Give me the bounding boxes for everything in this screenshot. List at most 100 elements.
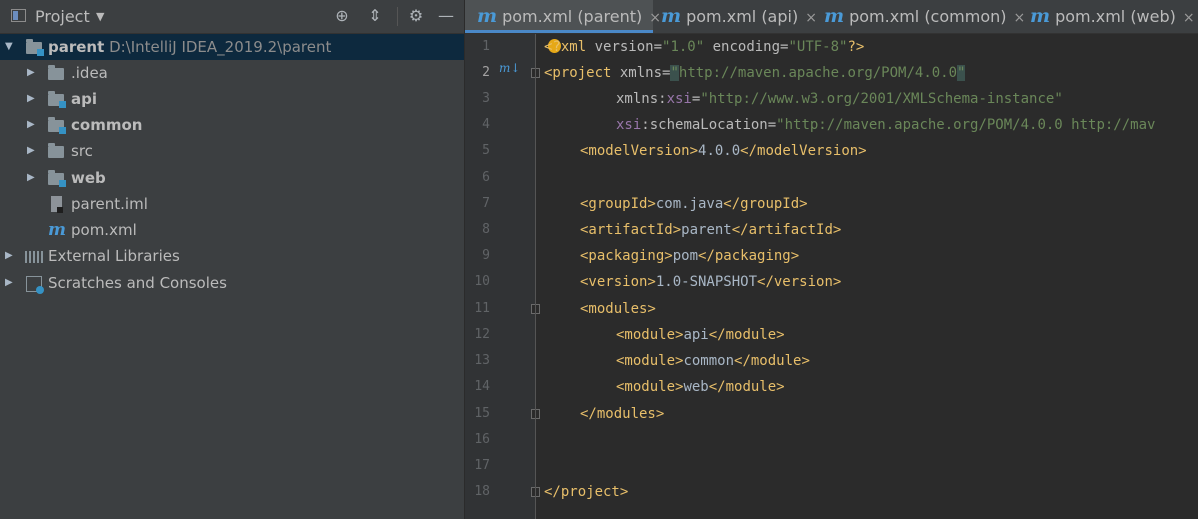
tab-label: pom.xml (common) bbox=[849, 7, 1007, 26]
locate-file-icon[interactable]: ⊕ bbox=[332, 6, 352, 26]
tree-item-label: src bbox=[71, 142, 93, 160]
line-number: 17 bbox=[474, 458, 490, 473]
line-number: 11 bbox=[474, 301, 490, 316]
module-folder-icon bbox=[26, 39, 44, 56]
tree-item-parent-iml[interactable]: parent.iml bbox=[0, 191, 464, 217]
code-line: <modelVersion>4.0.0</modelVersion> bbox=[580, 143, 867, 159]
gear-icon[interactable]: ⚙ bbox=[406, 6, 426, 26]
collapsed-arrow-icon[interactable]: ▶ bbox=[27, 112, 37, 138]
line-number: 2 bbox=[482, 65, 490, 80]
line-number: 6 bbox=[482, 170, 490, 185]
close-icon[interactable]: × bbox=[1183, 10, 1195, 26]
module-folder-icon bbox=[48, 117, 66, 134]
collapsed-arrow-icon[interactable]: ▶ bbox=[5, 270, 15, 296]
maven-file-icon: m bbox=[661, 5, 682, 27]
line-number: 18 bbox=[474, 484, 490, 499]
code-line: <module>api</module> bbox=[616, 327, 785, 343]
collapsed-arrow-icon[interactable]: ▶ bbox=[27, 86, 37, 112]
collapsed-arrow-icon[interactable]: ▶ bbox=[27, 165, 37, 191]
code-line: xsi:schemaLocation="http://maven.apache.… bbox=[616, 117, 1156, 133]
tab-pom-web[interactable]: m pom.xml (web) × bbox=[1020, 0, 1198, 33]
line-number: 10 bbox=[474, 274, 490, 289]
tree-item-label: common bbox=[71, 116, 143, 134]
folder-icon bbox=[48, 65, 64, 80]
editor-area: m pom.xml (parent) × m pom.xml (api) × m pom.… bbox=[465, 0, 1198, 519]
toolbar-divider bbox=[397, 7, 398, 26]
tree-item-parent[interactable]: ▼ parent D:\IntelliJ IDEA_2019.2\parent bbox=[0, 34, 464, 60]
collapsed-arrow-icon[interactable]: ▶ bbox=[5, 243, 15, 269]
tree-item-label: parent.iml bbox=[71, 195, 148, 213]
line-number: 16 bbox=[474, 432, 490, 447]
module-folder-icon bbox=[48, 91, 66, 108]
line-number: 5 bbox=[482, 143, 490, 158]
tab-pom-parent[interactable]: m pom.xml (parent) × bbox=[465, 0, 661, 33]
module-path: D:\IntelliJ IDEA_2019.2\parent bbox=[109, 38, 332, 56]
line-number: 8 bbox=[482, 222, 490, 237]
line-number: 7 bbox=[482, 196, 490, 211]
code-line: <version>1.0-SNAPSHOT</version> bbox=[580, 274, 842, 290]
code-line: <module>web</module> bbox=[616, 379, 785, 395]
tree-item-idea[interactable]: ▶ .idea bbox=[0, 60, 464, 86]
tree-item-label: api bbox=[71, 90, 98, 108]
code-line: <packaging>pom</packaging> bbox=[580, 248, 800, 264]
hide-panel-icon[interactable]: — bbox=[436, 6, 456, 26]
tab-pom-common[interactable]: m pom.xml (common) × bbox=[816, 0, 1028, 33]
tree-item-external-libraries[interactable]: ▶ External Libraries bbox=[0, 243, 464, 269]
collapse-all-icon[interactable]: ⇕ bbox=[365, 6, 385, 26]
line-number: 3 bbox=[482, 91, 490, 106]
tab-pom-api[interactable]: m pom.xml (api) × bbox=[653, 0, 824, 33]
line-number: 12 bbox=[474, 327, 490, 342]
tab-label: pom.xml (web) bbox=[1055, 7, 1176, 26]
line-number: 15 bbox=[474, 406, 490, 421]
tree-item-label: web bbox=[71, 169, 106, 187]
line-number: 13 bbox=[474, 353, 490, 368]
tree-item-api[interactable]: ▶ api bbox=[0, 86, 464, 112]
maven-file-icon: m bbox=[477, 5, 498, 27]
tree-item-web[interactable]: ▶ web bbox=[0, 165, 464, 191]
project-panel-header: Project ▼ ⊕ ⇕ ⚙ — bbox=[0, 0, 464, 34]
code-line: xmlns:xsi="http://www.w3.org/2001/XMLSch… bbox=[616, 91, 1063, 107]
tree-item-label: External Libraries bbox=[48, 247, 180, 265]
collapsed-arrow-icon[interactable]: ▶ bbox=[27, 60, 37, 86]
tree-item-src[interactable]: ▶ src bbox=[0, 138, 464, 164]
scratches-icon bbox=[26, 276, 44, 294]
chevron-down-icon[interactable]: ▼ bbox=[96, 0, 104, 33]
line-number: 14 bbox=[474, 379, 490, 394]
library-icon bbox=[25, 251, 43, 263]
code-line: <?xml version="1.0" encoding="UTF-8"?> bbox=[544, 39, 865, 55]
tree-item-common[interactable]: ▶ common bbox=[0, 112, 464, 138]
maven-file-icon: m bbox=[48, 220, 66, 240]
iml-file-icon bbox=[51, 196, 63, 213]
project-window-icon bbox=[11, 9, 26, 22]
tree-item-label: .idea bbox=[71, 64, 108, 82]
code-line: <groupId>com.java</groupId> bbox=[580, 196, 808, 212]
folder-icon bbox=[48, 143, 64, 158]
code-line: </modules> bbox=[580, 406, 665, 422]
code-line: <module>common</module> bbox=[616, 353, 810, 369]
maven-file-icon: m bbox=[1030, 5, 1051, 27]
code-line: <artifactId>parent</artifactId> bbox=[580, 222, 842, 238]
project-view-selector[interactable]: Project bbox=[35, 0, 90, 33]
collapsed-arrow-icon[interactable]: ▶ bbox=[27, 138, 37, 164]
maven-file-icon: m bbox=[824, 5, 845, 27]
line-number: 1 bbox=[482, 39, 490, 54]
line-number: 4 bbox=[482, 117, 490, 132]
code-editor[interactable]: <?xml version="1.0" encoding="UTF-8"?> <… bbox=[536, 34, 1198, 519]
editor-tab-bar: m pom.xml (parent) × m pom.xml (api) × m pom.… bbox=[465, 0, 1198, 34]
tree-item-pom-xml[interactable]: m pom.xml bbox=[0, 217, 464, 243]
tree-item-label: Scratches and Consoles bbox=[48, 274, 227, 292]
expanded-arrow-icon[interactable]: ▼ bbox=[5, 34, 15, 60]
line-number: 9 bbox=[482, 248, 490, 263]
tree-item-scratches[interactable]: ▶ Scratches and Consoles bbox=[0, 270, 464, 296]
module-folder-icon bbox=[48, 170, 66, 187]
line-number-gutter[interactable]: 1 2 3 4 5 6 7 8 9 10 11 12 13 14 15 16 1… bbox=[465, 34, 540, 519]
tree-item-label: pom.xml bbox=[71, 221, 137, 239]
maven-gutter-icon[interactable]: m↓ bbox=[499, 61, 520, 75]
project-tool-window: Project ▼ ⊕ ⇕ ⚙ — ▼ parent D:\IntelliJ I… bbox=[0, 0, 465, 519]
code-line: </project> bbox=[544, 484, 629, 500]
tab-label: pom.xml (parent) bbox=[502, 7, 643, 26]
code-line: <modules> bbox=[580, 301, 656, 317]
tree-item-label: parent bbox=[48, 38, 105, 56]
code-line: <project xmlns="http://maven.apache.org/… bbox=[544, 65, 966, 81]
tab-label: pom.xml (api) bbox=[686, 7, 799, 26]
